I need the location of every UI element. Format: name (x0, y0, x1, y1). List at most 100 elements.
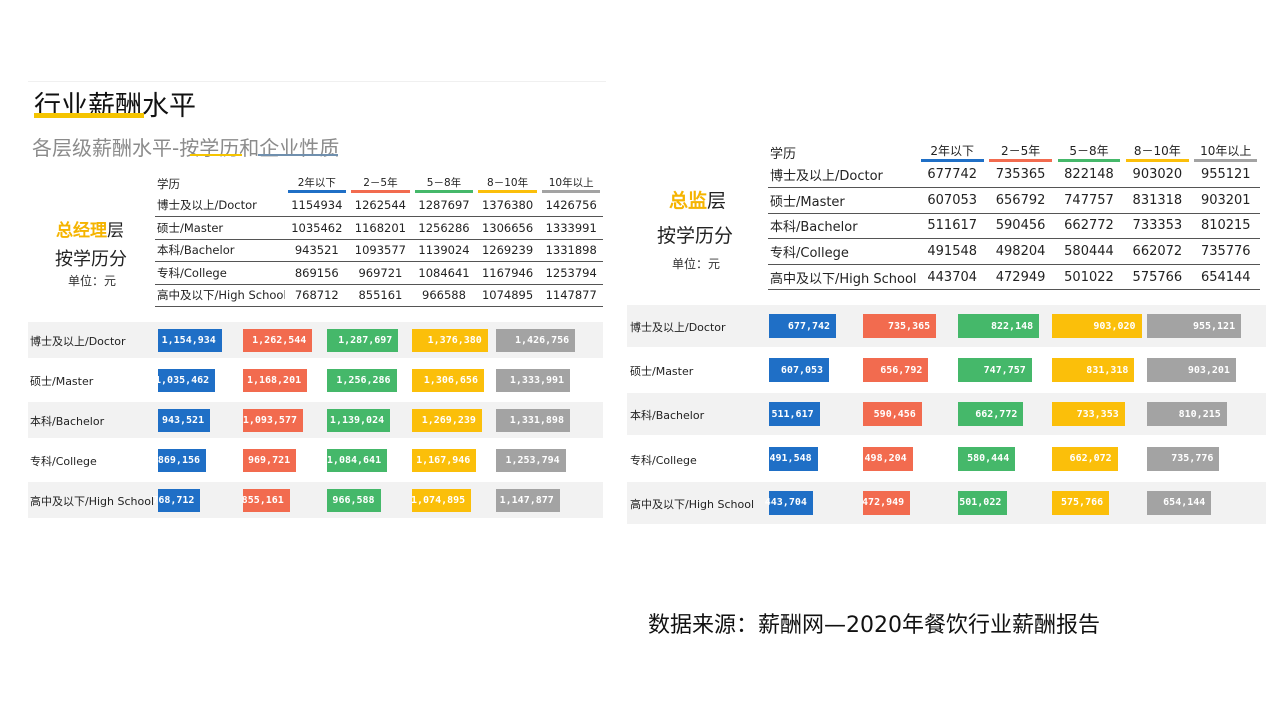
chart-bar: 1,084,641 (327, 448, 388, 472)
table-header-cell: 8－10年 (476, 174, 540, 194)
table-value-cell: 662772 (1054, 213, 1124, 240)
chart-bar-value-label: 1,287,697 (338, 334, 393, 346)
chart-bar: 1,269,239 (411, 408, 482, 432)
table-row-label: 高中及以下/High School (768, 264, 918, 291)
table-value-cell: 677742 (918, 162, 987, 189)
chart-bar-value-label: 501,022 (959, 497, 1002, 509)
chart-bar: 443,704 (765, 490, 813, 515)
chart-bar-value-label: 607,053 (780, 364, 824, 376)
table-row: 专科/College 491548 498204 580444 662072 735776 (768, 238, 1260, 265)
table-value-cell: 855161 (348, 284, 413, 307)
table-row-label: 专科/College (155, 261, 285, 285)
chart-bar: 472,949 (862, 490, 911, 515)
chart-bar-value-label: 662,772 (975, 408, 1018, 420)
chart-category-label: 高中及以下/High School (30, 495, 155, 508)
chart-bar: 1,331,898 (496, 408, 570, 432)
chart-bar-value-label: 654,144 (1163, 497, 1206, 509)
chart-bar: 491,548 (769, 446, 818, 471)
chart-bar-value-label: 1,256,286 (336, 374, 391, 386)
chart-bar: 1,139,024 (327, 408, 391, 432)
chart-bar-value-label: 1,306,656 (423, 374, 478, 386)
table-value-cell: 498204 (986, 238, 1055, 265)
table-row-label: 专科/College (768, 238, 918, 265)
series-color-underline (541, 190, 601, 193)
chart-bar: 1,167,946 (411, 448, 477, 472)
dir-role-prefix: 总监 (669, 190, 708, 212)
chart-bar-value-label: 903,020 (1093, 320, 1136, 332)
chart-bar: 955,121 (1146, 314, 1242, 338)
chart-bar-value-label: 831,318 (1086, 364, 1129, 376)
chart-bar-value-label: 511,617 (771, 408, 814, 420)
table-header-cell: 2年以下 (918, 142, 986, 162)
series-name: 2－5年 (1000, 144, 1041, 158)
chart-bar: 1,253,794 (496, 448, 566, 472)
table-value-cell: 662072 (1123, 238, 1192, 265)
dir-salary-table: 学历 2年以下 2－5年 5－8年 8－10年 10年以上 博士及以上/Doctor 6777… (768, 142, 1260, 291)
series-name: 2年以下 (930, 144, 975, 158)
table-value-cell: 1331898 (539, 239, 603, 262)
chart-bar: 575,766 (1052, 490, 1110, 515)
table-value-cell: 966588 (412, 284, 476, 307)
chart-bar-value-label: 1,426,756 (515, 334, 570, 346)
chart-bar: 1,262,544 (242, 328, 313, 352)
table-row: 本科/Bachelor 943521 1093577 1139024 1269239 13… (155, 239, 603, 262)
chart-bar: 580,444 (957, 446, 1016, 471)
chart-bar: 1,035,462 (155, 368, 216, 392)
table-row: 高中及以下/High School 768712 855161 966588 10748… (155, 284, 603, 307)
chart-bar: 733,353 (1052, 402, 1125, 427)
chart-category-label: 高中及以下/High School (630, 497, 755, 511)
chart-bar-value-label: 1,074,895 (410, 494, 466, 506)
page-subtitle: 各层级薪酬水平-按学历和企业性质 (32, 136, 340, 160)
series-name: 2年以下 (297, 177, 336, 189)
chart-bar: 1,147,877 (496, 488, 560, 512)
table-row-label: 高中及以下/High School (155, 284, 285, 307)
table-value-cell: 903201 (1191, 187, 1260, 214)
chart-category-label: 专科/College (30, 455, 97, 468)
chart-bar: 735,776 (1146, 446, 1220, 471)
table-row-label: 博士及以上/Doctor (768, 162, 918, 189)
gm-unit-label: 单位：元 (68, 274, 117, 288)
chart-bar-value-label: 1,147,877 (499, 494, 554, 506)
chart-bar: 768,712 (152, 488, 201, 512)
chart-bar: 735,365 (863, 314, 937, 338)
series-name: 8－10年 (487, 177, 529, 189)
table-value-cell: 656792 (986, 187, 1055, 214)
table-header-cell: 5－8年 (412, 174, 476, 194)
chart-bar-value-label: 1,331,898 (509, 414, 564, 426)
chart-category-label: 硕士/Master (30, 375, 94, 388)
chart-bar-value-label: 855,161 (241, 494, 284, 506)
table-value-cell: 747757 (1054, 187, 1124, 214)
chart-bar: 822,148 (957, 314, 1040, 338)
subtitle-underline-yellow (190, 154, 242, 156)
table-value-cell: 654144 (1191, 264, 1260, 291)
table-value-cell: 822148 (1054, 162, 1124, 189)
table-value-cell: 1287697 (412, 194, 476, 217)
chart-bar: 1,287,697 (327, 328, 399, 352)
series-color-underline (287, 190, 347, 193)
title-underline (34, 113, 144, 118)
chart-bar-value-label: 943,521 (161, 414, 205, 426)
table-value-cell: 443704 (918, 264, 987, 291)
chart-bar-value-label: 747,757 (983, 364, 1026, 376)
chart-bar-value-label: 810,215 (1178, 408, 1221, 420)
chart-bar: 1,333,991 (496, 368, 571, 392)
chart-bar: 903,201 (1146, 358, 1236, 383)
chart-bar: 590,456 (863, 402, 922, 427)
table-row: 本科/Bachelor 511617 590456 662772 733353 81021… (768, 213, 1260, 240)
chart-bar-value-label: 1,253,794 (505, 454, 560, 466)
series-name: 5－8年 (426, 177, 462, 189)
dir-role-suffix: 层 (707, 190, 727, 212)
chart-bar-value-label: 735,776 (1171, 453, 1214, 465)
table-header-cell: 2年以下 (285, 174, 349, 194)
chart-bar-value-label: 1,376,380 (427, 334, 482, 346)
table-header-education: 学历 (770, 146, 797, 162)
chart-bar-value-label: 869,156 (157, 454, 201, 466)
chart-category-label: 专科/College (630, 453, 697, 467)
chart-bar-value-label: 1,269,239 (421, 414, 476, 426)
chart-bar-value-label: 590,456 (873, 408, 916, 420)
chart-bar-value-label: 575,766 (1061, 497, 1104, 509)
chart-bar: 1,074,895 (410, 488, 472, 512)
chart-bar-value-label: 903,201 (1187, 364, 1230, 376)
chart-bar: 501,022 (957, 490, 1008, 515)
table-value-cell: 869156 (285, 261, 349, 285)
